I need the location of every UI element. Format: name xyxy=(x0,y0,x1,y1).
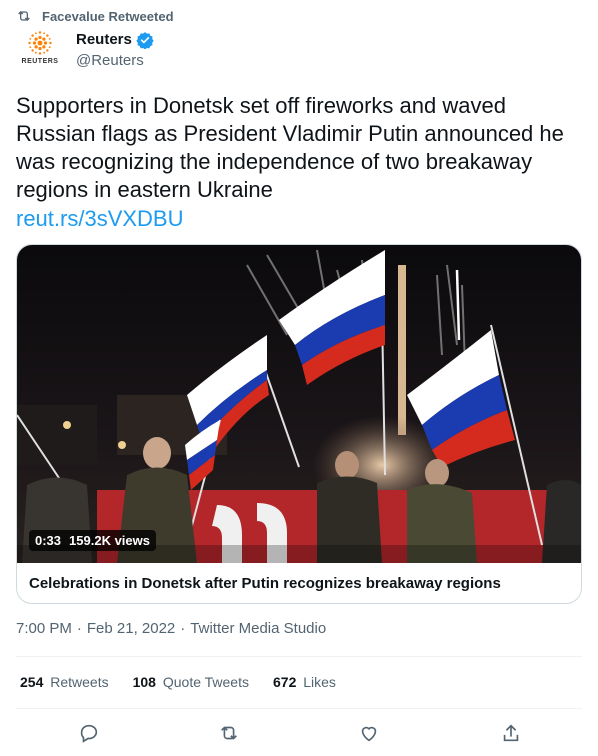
retweet-button[interactable] xyxy=(214,718,244,748)
tweet-link[interactable]: reut.rs/3sVXDBU xyxy=(16,205,184,233)
retweet-context[interactable]: Facevalue Retweeted xyxy=(16,6,174,26)
tweet-date[interactable]: Feb 21, 2022 xyxy=(87,620,175,637)
share-button[interactable] xyxy=(496,718,526,748)
likes-count: 672 xyxy=(273,674,297,690)
quote-tweets-stat[interactable]: 108 Quote Tweets xyxy=(133,674,249,694)
divider xyxy=(16,656,582,657)
author-handle[interactable]: @Reuters xyxy=(76,50,154,72)
retweets-label: Retweets xyxy=(50,674,109,690)
logo-wordmark: REUTERS xyxy=(21,58,59,65)
author-info[interactable]: Reuters @Reuters xyxy=(76,30,154,72)
reuters-logo-icon xyxy=(28,31,52,55)
retweet-context-label: Facevalue Retweeted xyxy=(42,8,174,24)
meta-separator: · xyxy=(180,620,186,637)
like-button[interactable] xyxy=(354,718,384,748)
like-icon xyxy=(361,726,377,742)
tweet-actions xyxy=(0,718,598,748)
author-name[interactable]: Reuters xyxy=(76,30,132,50)
video-views: 159.2K views xyxy=(69,533,150,548)
meta-separator: · xyxy=(76,620,82,637)
video-player[interactable]: 0:33 159.2K views xyxy=(17,245,581,563)
verified-badge-icon xyxy=(136,32,154,49)
tweet-text: Supporters in Donetsk set off fireworks … xyxy=(16,93,564,202)
video-thumbnail xyxy=(17,245,581,563)
likes-stat[interactable]: 672 Likes xyxy=(273,674,336,694)
video-duration: 0:33 xyxy=(35,533,62,548)
tweet-time[interactable]: 7:00 PM xyxy=(16,620,72,637)
media-card[interactable]: 0:33 159.2K views Celebrations in Donets… xyxy=(16,244,582,604)
video-stats-badge: 0:33 159.2K views xyxy=(29,530,156,551)
reply-icon xyxy=(80,724,98,743)
media-caption[interactable]: Celebrations in Donetsk after Putin reco… xyxy=(29,563,569,603)
quote-tweets-label: Quote Tweets xyxy=(162,674,249,690)
quote-tweets-count: 108 xyxy=(132,674,156,690)
retweets-stat[interactable]: 254 Retweets xyxy=(20,674,109,694)
tweet-stats: 254 Retweets 108 Quote Tweets 672 Likes xyxy=(20,674,336,694)
retweets-count: 254 xyxy=(20,674,44,690)
share-icon xyxy=(503,724,519,742)
likes-label: Likes xyxy=(303,674,336,690)
avatar[interactable]: REUTERS xyxy=(20,30,60,70)
retweet-icon xyxy=(221,726,237,740)
retweet-icon xyxy=(18,11,30,21)
reply-button[interactable] xyxy=(74,718,104,748)
tweet-meta: 7:00 PM · Feb 21, 2022 · Twitter Media S… xyxy=(16,620,326,637)
tweet-source[interactable]: Twitter Media Studio xyxy=(190,620,326,637)
divider xyxy=(16,708,582,709)
